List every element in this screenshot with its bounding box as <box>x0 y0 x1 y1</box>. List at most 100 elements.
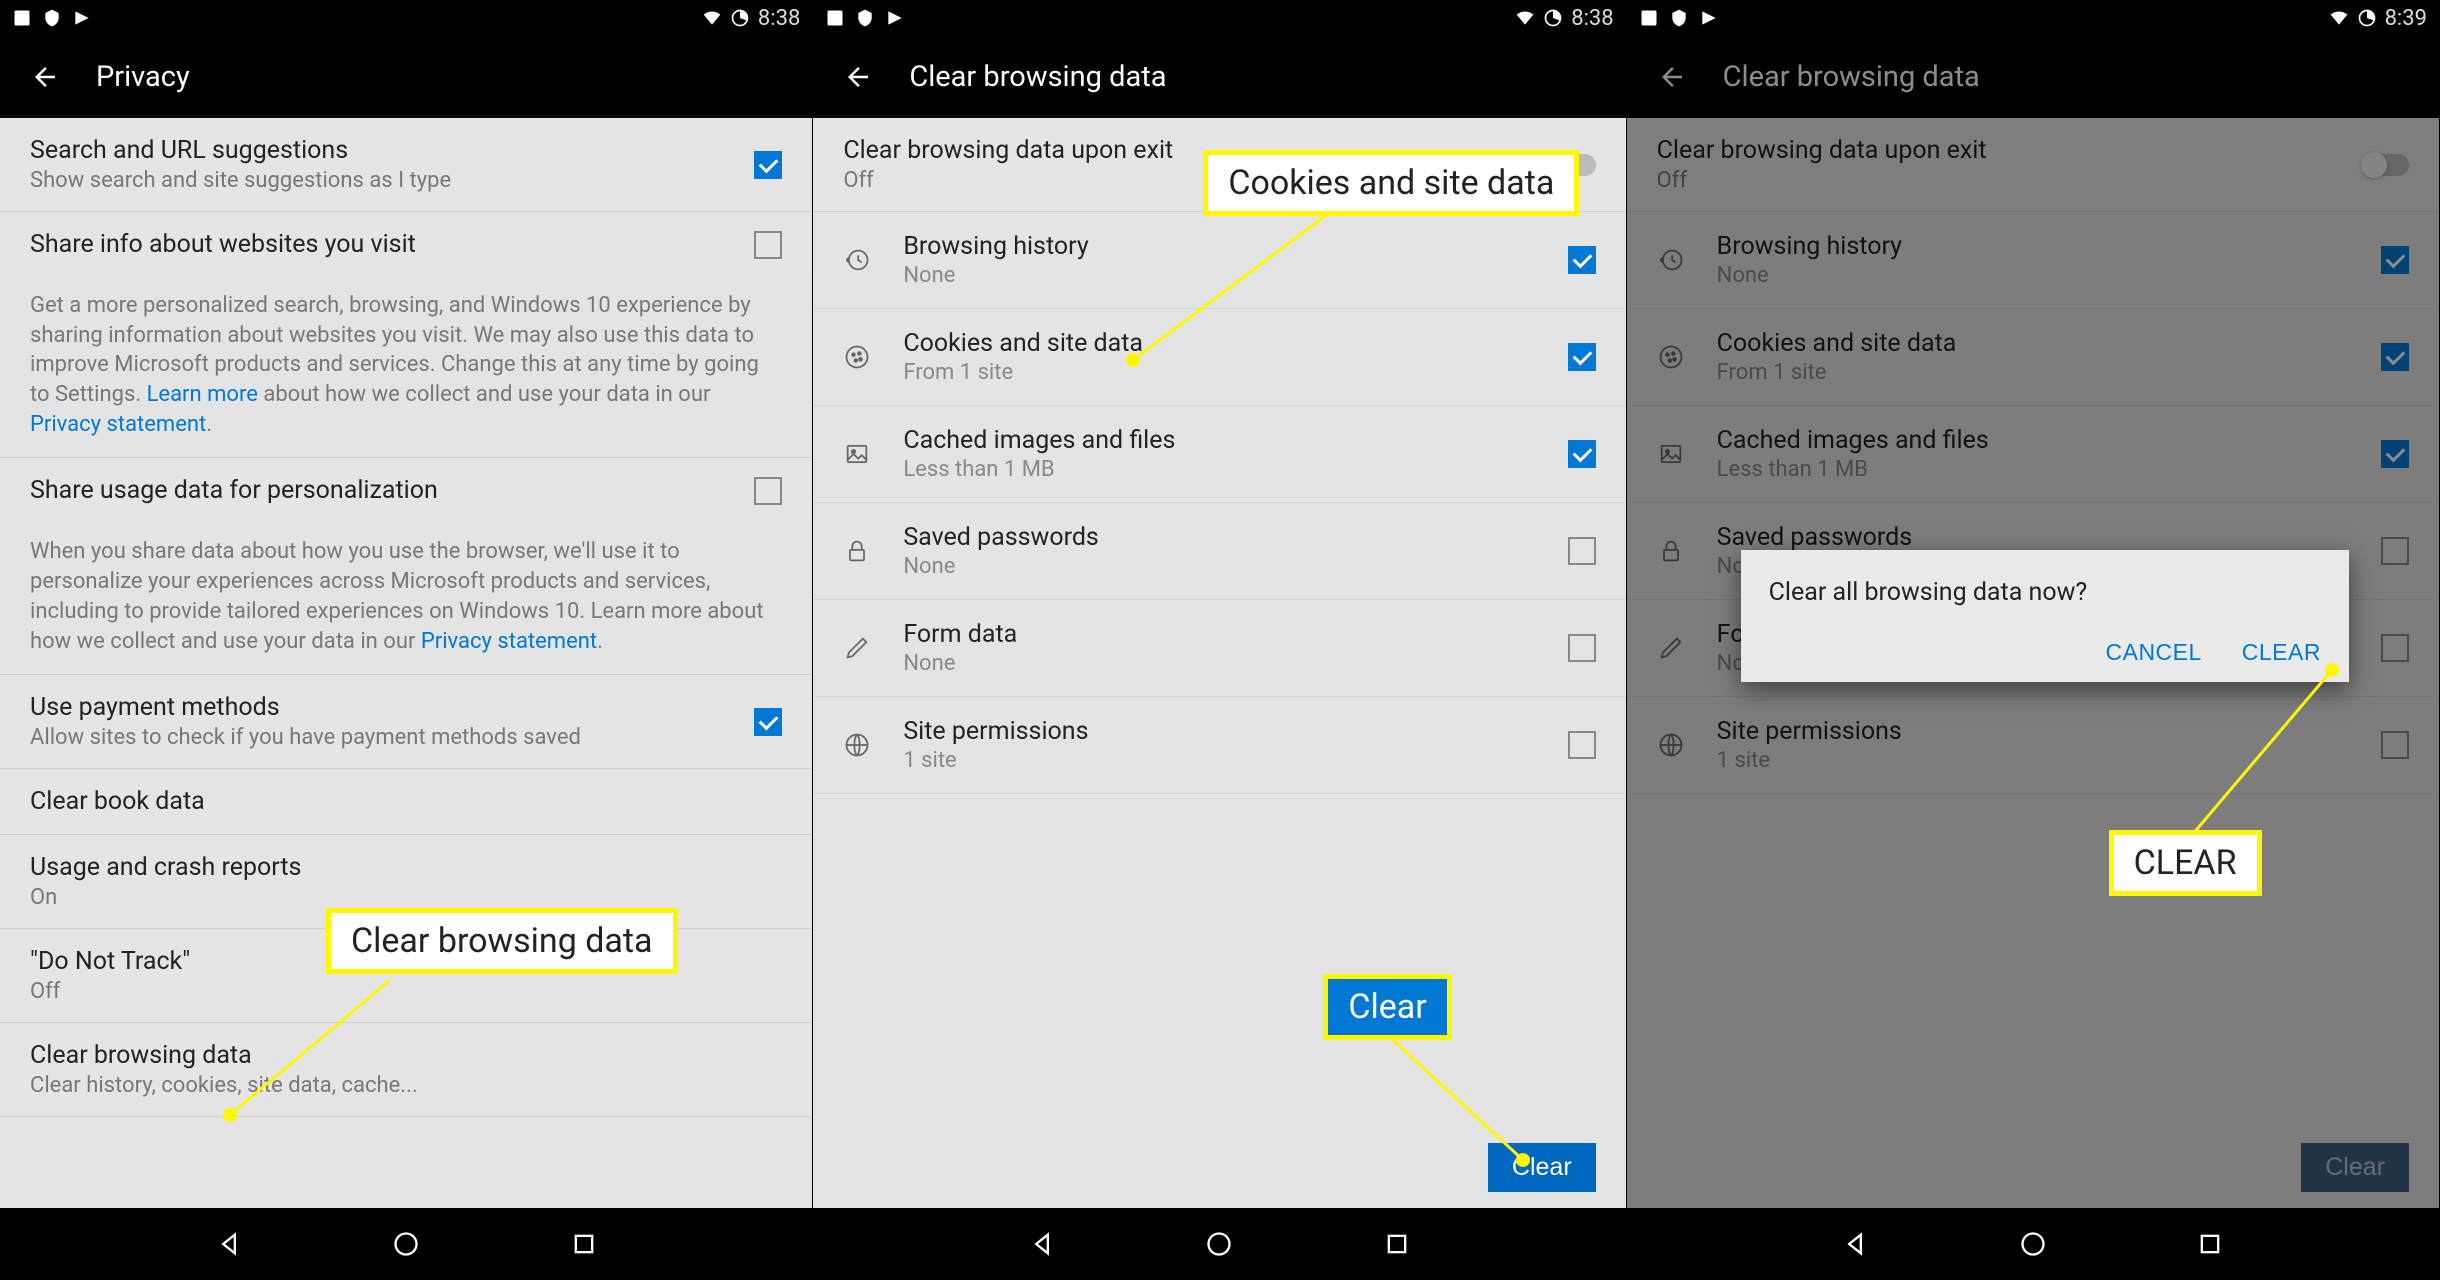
play-icon <box>72 8 92 28</box>
nav-home-icon[interactable] <box>392 1230 420 1258</box>
battery-icon <box>1543 8 1563 28</box>
cookie-icon <box>843 343 871 371</box>
back-icon[interactable] <box>843 62 873 92</box>
image-icon <box>843 440 871 468</box>
row-title: Browsing history <box>903 232 1535 261</box>
row-sub: Less than 1 MB <box>903 457 1535 482</box>
nav-home-icon[interactable] <box>1205 1230 1233 1258</box>
setting-title: Search and URL suggestions <box>30 136 734 165</box>
setting-title: Clear book data <box>30 787 782 816</box>
data-row[interactable]: Browsing historyNone <box>813 212 1625 309</box>
nav-back-icon[interactable] <box>1841 1230 1869 1258</box>
pencil-icon <box>843 634 871 662</box>
checkbox[interactable] <box>754 477 782 505</box>
dialog-cancel-button[interactable]: CANCEL <box>2106 639 2202 666</box>
checkbox[interactable] <box>1568 246 1596 274</box>
callout-clear: Clear <box>1323 974 1451 1040</box>
play-icon <box>885 8 905 28</box>
privacy-statement-link[interactable]: Privacy statement <box>421 629 597 654</box>
data-row[interactable]: Saved passwordsNone <box>813 503 1625 600</box>
checkbox[interactable] <box>1568 440 1596 468</box>
info-text: Get a more personalized search, browsing… <box>0 277 812 458</box>
data-row[interactable]: Form dataNone <box>813 600 1625 697</box>
status-bar: 8:38 <box>813 0 1625 36</box>
screen-clear-browsing-data: 8:38 Clear browsing data Clear browsing … <box>813 0 1625 1280</box>
row-sub: From 1 site <box>903 360 1535 385</box>
page-title: Clear browsing data <box>909 60 1166 94</box>
checkbox[interactable] <box>754 708 782 736</box>
app-header: Privacy <box>0 36 812 118</box>
app-header: Clear browsing data <box>813 36 1625 118</box>
nav-recent-icon[interactable] <box>1383 1230 1411 1258</box>
row-sub: 1 site <box>903 748 1535 773</box>
nav-recent-icon[interactable] <box>570 1230 598 1258</box>
history-icon <box>843 246 871 274</box>
checkbox[interactable] <box>1568 634 1596 662</box>
row-sub: None <box>903 651 1535 676</box>
setting-search-suggestions[interactable]: Search and URL suggestions Show search a… <box>0 118 812 212</box>
shield-icon <box>42 8 62 28</box>
setting-title: Usage and crash reports <box>30 853 782 882</box>
setting-sub: Off <box>30 979 782 1004</box>
callout-cookies: Cookies and site data <box>1203 150 1579 216</box>
dialog-clear-button[interactable]: CLEAR <box>2242 639 2321 666</box>
data-row[interactable]: Site permissions1 site <box>813 697 1625 794</box>
status-bar: 8:39 <box>1627 0 2439 36</box>
screen-privacy: 8:38 Privacy Search and URL suggestions … <box>0 0 812 1280</box>
image-icon <box>12 8 32 28</box>
setting-sub: On <box>30 885 782 910</box>
data-row[interactable]: Cookies and site dataFrom 1 site <box>813 309 1625 406</box>
android-nav-bar <box>1627 1208 2439 1280</box>
checkbox[interactable] <box>754 231 782 259</box>
setting-share-usage[interactable]: Share usage data for personalization <box>0 458 812 523</box>
android-nav-bar <box>813 1208 1625 1280</box>
lock-icon <box>843 537 871 565</box>
setting-title: Share info about websites you visit <box>30 230 734 259</box>
nav-back-icon[interactable] <box>1028 1230 1056 1258</box>
clock: 8:38 <box>758 6 800 31</box>
dialog-message: Clear all browsing data now? <box>1769 578 2321 607</box>
shield-icon <box>1669 8 1689 28</box>
wifi-icon <box>2329 8 2349 28</box>
clock: 8:39 <box>2385 6 2427 31</box>
checkbox[interactable] <box>1568 537 1596 565</box>
row-sub: None <box>903 554 1535 579</box>
setting-share-info[interactable]: Share info about websites you visit <box>0 212 812 277</box>
privacy-statement-link[interactable]: Privacy statement <box>30 412 206 437</box>
setting-clear-browsing-data[interactable]: Clear browsing data Clear history, cooki… <box>0 1023 812 1117</box>
setting-clear-book-data[interactable]: Clear book data <box>0 769 812 835</box>
row-title: Site permissions <box>903 717 1535 746</box>
learn-more-link[interactable]: Learn more <box>147 382 258 407</box>
android-nav-bar <box>0 1208 812 1280</box>
nav-home-icon[interactable] <box>2019 1230 2047 1258</box>
setting-sub: Allow sites to check if you have payment… <box>30 725 734 750</box>
clear-button[interactable]: Clear <box>1488 1143 1596 1192</box>
nav-recent-icon[interactable] <box>2196 1230 2224 1258</box>
wifi-icon <box>1515 8 1535 28</box>
setting-payment-methods[interactable]: Use payment methods Allow sites to check… <box>0 675 812 769</box>
battery-icon <box>2357 8 2377 28</box>
clock: 8:38 <box>1571 6 1613 31</box>
setting-title: Share usage data for personalization <box>30 476 734 505</box>
screen-confirm-clear: 8:39 Clear browsing data Clear browsing … <box>1627 0 2439 1280</box>
setting-title: Clear browsing data <box>30 1041 782 1070</box>
row-title: Saved passwords <box>903 523 1535 552</box>
setting-title: Use payment methods <box>30 693 734 722</box>
back-icon[interactable] <box>30 62 60 92</box>
battery-icon <box>730 8 750 28</box>
row-title: Cookies and site data <box>903 329 1535 358</box>
callout-clear-dialog: CLEAR <box>2109 830 2262 896</box>
image-icon <box>1639 8 1659 28</box>
data-row[interactable]: Cached images and filesLess than 1 MB <box>813 406 1625 503</box>
checkbox[interactable] <box>1568 343 1596 371</box>
status-bar: 8:38 <box>0 0 812 36</box>
setting-sub: Show search and site suggestions as I ty… <box>30 168 734 193</box>
play-icon <box>1699 8 1719 28</box>
nav-back-icon[interactable] <box>215 1230 243 1258</box>
wifi-icon <box>702 8 722 28</box>
checkbox[interactable] <box>754 151 782 179</box>
shield-icon <box>855 8 875 28</box>
info-text: When you share data about how you use th… <box>0 523 812 675</box>
checkbox[interactable] <box>1568 731 1596 759</box>
callout-clear-browsing-data: Clear browsing data <box>326 908 678 974</box>
